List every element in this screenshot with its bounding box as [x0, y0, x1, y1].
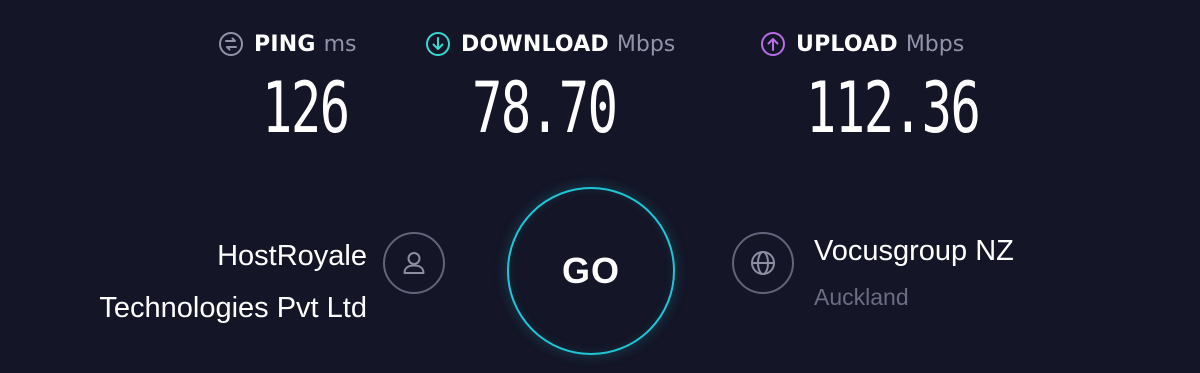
ping-value: 126	[262, 67, 350, 149]
ping-unit: ms	[323, 31, 357, 57]
download-arrow-icon	[425, 31, 451, 57]
user-icon[interactable]	[383, 232, 445, 294]
upload-header: UPLOAD Mbps	[760, 28, 964, 60]
go-button[interactable]: GO	[507, 187, 675, 355]
server-name[interactable]: Vocusgroup NZ	[814, 232, 1014, 270]
ping-metric: PING ms 126	[218, 28, 357, 148]
ping-header: PING ms	[218, 28, 357, 60]
upload-metric: UPLOAD Mbps 112.36	[760, 28, 981, 148]
ping-icon	[218, 31, 244, 57]
upload-unit: Mbps	[905, 31, 965, 57]
server-location: Auckland	[814, 284, 909, 310]
upload-label: UPLOAD	[796, 31, 898, 57]
go-label: GO	[561, 250, 620, 291]
provider-name[interactable]: HostRoyale Technologies Pvt Ltd	[7, 230, 367, 334]
globe-icon[interactable]	[732, 232, 794, 294]
upload-arrow-icon	[760, 31, 786, 57]
provider-name-line1: HostRoyale	[217, 240, 367, 272]
download-header: DOWNLOAD Mbps	[425, 28, 675, 60]
download-value: 78.70	[472, 67, 618, 149]
download-unit: Mbps	[616, 31, 676, 57]
download-label: DOWNLOAD	[461, 31, 609, 57]
provider-name-line2: Technologies Pvt Ltd	[99, 292, 367, 324]
download-metric: DOWNLOAD Mbps 78.70	[425, 28, 675, 148]
upload-value: 112.36	[806, 67, 981, 149]
ping-label: PING	[254, 31, 316, 57]
